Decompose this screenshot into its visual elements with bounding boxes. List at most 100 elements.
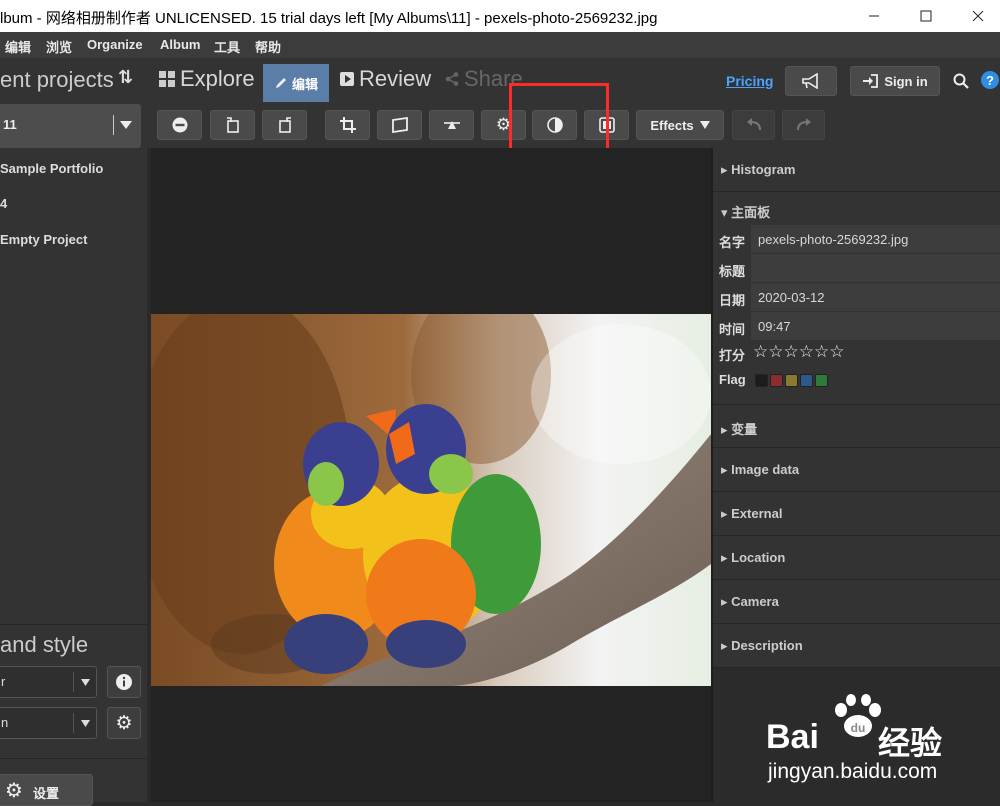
style-select-2[interactable]: n — [0, 707, 97, 739]
sign-in-icon — [863, 74, 879, 88]
sign-in-button[interactable]: Sign in — [850, 66, 940, 96]
external-section[interactable]: ▸ External — [713, 492, 1000, 536]
share-icon — [445, 72, 459, 86]
info-button[interactable] — [107, 666, 141, 698]
announcements-button[interactable] — [785, 66, 837, 96]
svg-text:du: du — [851, 721, 866, 735]
pencil-icon — [275, 78, 286, 88]
level-button[interactable] — [429, 110, 474, 140]
location-section[interactable]: ▸ Location — [713, 536, 1000, 580]
pricing-link[interactable]: Pricing — [726, 73, 773, 89]
flag-blue[interactable] — [800, 374, 813, 388]
help-icon[interactable]: ? — [981, 71, 999, 89]
projects-header: ent projects ⇅ — [0, 58, 147, 102]
field-row: 时间 09:47 — [713, 312, 1000, 341]
project-selector[interactable]: 11 — [0, 104, 141, 148]
projects-title: ent projects — [0, 67, 114, 92]
main-panel-section[interactable]: ▾ 主面板 — [713, 192, 1000, 225]
minus-circle-icon — [172, 117, 187, 133]
flag-yellow[interactable] — [785, 374, 798, 388]
settings-button[interactable]: ⚙ 设置 — [0, 774, 93, 806]
style-select-1[interactable]: r — [0, 666, 97, 698]
gear-icon: ⚙ — [115, 712, 133, 734]
redo-button[interactable] — [782, 110, 825, 140]
menu-bar: 编辑 浏览 Organize Album 工具 帮助 — [0, 32, 1000, 58]
flag-row: Flag — [713, 367, 1000, 395]
chevron-down-icon — [81, 720, 90, 727]
project-item[interactable]: Sample Portfolio — [0, 161, 103, 176]
chevron-down-icon[interactable] — [120, 121, 132, 129]
field-row: 名字 pexels-photo-2569232.jpg — [713, 225, 1000, 254]
watermark-url: jingyan.baidu.com — [768, 760, 938, 783]
undo-button[interactable] — [732, 110, 775, 140]
crop-button[interactable] — [325, 110, 370, 140]
menu-tools[interactable]: 工具 — [214, 37, 240, 56]
window-title: lbum - 网络相册制作者 UNLICENSED. 15 trial days… — [0, 10, 658, 27]
maximize-button[interactable] — [900, 0, 952, 32]
rating-stars[interactable]: ☆☆☆☆☆☆ — [753, 342, 844, 362]
tab-review[interactable]: Review — [340, 66, 431, 92]
play-icon — [340, 72, 354, 86]
sort-icon[interactable]: ⇅ — [118, 67, 133, 88]
minimize-button[interactable] — [848, 0, 900, 32]
close-icon — [972, 10, 984, 22]
rotate-right-icon — [278, 117, 291, 133]
menu-browse[interactable]: 浏览 — [46, 37, 72, 56]
reset-button[interactable] — [157, 110, 202, 140]
divider — [113, 115, 114, 135]
chevron-down-icon — [699, 121, 710, 129]
menu-help[interactable]: 帮助 — [255, 37, 281, 56]
tab-edit[interactable]: 编辑 — [263, 64, 329, 102]
divider — [0, 758, 147, 759]
straighten-icon — [391, 117, 408, 133]
style-settings-button[interactable]: ⚙ — [107, 707, 141, 739]
time-field[interactable]: 09:47 — [751, 312, 1000, 341]
rotate-left-icon — [226, 117, 239, 133]
histogram-section[interactable]: ▸ Histogram — [713, 148, 1000, 192]
selected-project: 11 — [3, 117, 17, 132]
undo-icon — [746, 118, 761, 131]
parrots-photo — [151, 314, 711, 686]
search-icon[interactable] — [953, 73, 969, 89]
menu-edit[interactable]: 编辑 — [5, 37, 31, 56]
chevron-down-icon — [81, 679, 90, 686]
flag-red[interactable] — [770, 374, 783, 388]
maximize-icon — [920, 10, 932, 22]
redo-icon — [796, 118, 811, 131]
project-item[interactable]: 4 — [0, 196, 7, 211]
watermark-brand-cn: 经验 — [878, 725, 943, 761]
variables-section[interactable]: ▸ 变量 — [713, 404, 1000, 448]
crop-icon — [339, 117, 356, 133]
grid-icon — [159, 71, 175, 87]
field-row: 日期 2020-03-12 — [713, 283, 1000, 312]
megaphone-icon — [802, 73, 818, 89]
image-data-section[interactable]: ▸ Image data — [713, 448, 1000, 492]
flag-green[interactable] — [815, 374, 828, 388]
description-section[interactable]: ▸ Description — [713, 624, 1000, 668]
close-button[interactable] — [952, 0, 1000, 32]
photo-canvas — [151, 148, 711, 802]
menu-organize[interactable]: Organize — [87, 37, 143, 52]
title-field[interactable] — [751, 254, 1000, 283]
menu-album[interactable]: Album — [160, 37, 200, 52]
camera-section[interactable]: ▸ Camera — [713, 580, 1000, 624]
rating-row: 打分 ☆☆☆☆☆☆ — [719, 342, 845, 363]
baidu-watermark: du Bai 经验 jingyan.baidu.com — [766, 694, 996, 800]
window-title-bar: lbum - 网络相册制作者 UNLICENSED. 15 trial days… — [0, 0, 1000, 32]
gear-icon: ⚙ — [5, 780, 23, 802]
left-panel: ent projects ⇅ 11 Sample Portfolio 4 Emp… — [0, 58, 147, 806]
date-field[interactable]: 2020-03-12 — [751, 283, 1000, 312]
rotate-left-button[interactable] — [210, 110, 255, 140]
style-section-title: and style — [0, 632, 89, 657]
watermark-brand: Bai — [766, 718, 819, 756]
info-icon — [116, 674, 132, 690]
rotate-right-button[interactable] — [262, 110, 307, 140]
project-item[interactable]: Empty Project — [0, 232, 87, 247]
flag-none[interactable] — [755, 374, 768, 388]
filename-field[interactable]: pexels-photo-2569232.jpg — [751, 225, 1000, 254]
effects-dropdown[interactable]: Effects — [636, 110, 724, 140]
minimize-icon — [869, 15, 879, 17]
straighten-button[interactable] — [377, 110, 422, 140]
tab-explore[interactable]: Explore — [159, 66, 255, 92]
field-row: 标题 — [713, 254, 1000, 283]
